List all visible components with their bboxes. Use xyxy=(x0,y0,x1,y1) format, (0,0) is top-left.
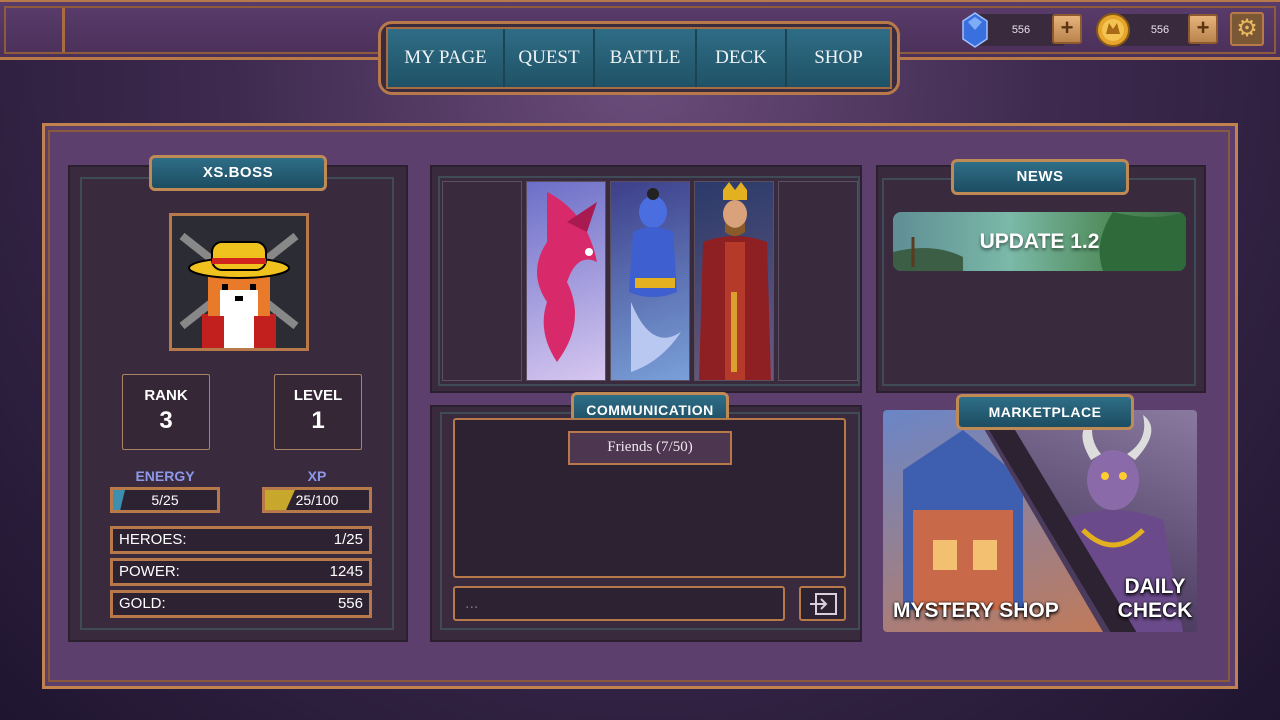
gear-icon: ⚙ xyxy=(1236,15,1258,42)
level-label: LEVEL xyxy=(293,387,343,404)
rank-label: RANK xyxy=(144,387,188,404)
level-box: LEVEL 1 xyxy=(274,374,362,450)
energy-label: ENERGY xyxy=(135,468,195,484)
gold-row: GOLD: 556 xyxy=(110,590,372,618)
heroes-row: HEROES: 1/25 xyxy=(110,526,372,554)
xp-fill xyxy=(265,490,295,510)
king-icon xyxy=(699,182,771,380)
news-panel-frame xyxy=(882,178,1196,386)
top-bar-divider xyxy=(62,8,65,52)
daily-check-label-line2: CHECK xyxy=(1117,599,1193,622)
hero-card-genie[interactable] xyxy=(610,181,690,381)
heroes-label: HEROES: xyxy=(119,531,187,548)
gold-label: GOLD: xyxy=(119,595,166,612)
send-button[interactable] xyxy=(799,586,846,621)
xp-bar: 25/100 xyxy=(262,487,372,513)
power-label: POWER: xyxy=(119,563,180,580)
rank-value: 3 xyxy=(159,407,173,434)
news-item-update[interactable]: UPDATE 1.2 xyxy=(893,212,1186,271)
news-item-title: UPDATE 1.2 xyxy=(979,230,1100,253)
xp-value: 25/100 xyxy=(295,492,339,508)
xp-label: XP xyxy=(307,468,327,484)
marketplace-panel: MYSTERY SHOP DAILY CHECK xyxy=(883,410,1197,632)
tab-battle[interactable]: BATTLE xyxy=(595,29,695,87)
avatar[interactable] xyxy=(169,213,309,351)
energy-bar: 5/25 xyxy=(110,487,220,513)
coin-icon xyxy=(1096,13,1130,47)
energy-fill xyxy=(113,490,125,510)
hero-card-king[interactable] xyxy=(694,181,774,381)
marketplace-title: MARKETPLACE xyxy=(956,394,1134,430)
gold-value: 556 xyxy=(337,595,363,612)
power-row: POWER: 1245 xyxy=(110,558,372,586)
mystery-shop-label: MYSTERY SHOP xyxy=(893,599,1059,622)
main-nav: MY PAGE QUEST BATTLE DECK SHOP xyxy=(386,27,892,89)
power-value: 1245 xyxy=(329,563,363,580)
energy-value: 5/25 xyxy=(151,492,179,508)
friends-button[interactable]: Friends (7/50) xyxy=(568,431,732,465)
tab-my-page[interactable]: MY PAGE xyxy=(388,29,503,87)
deck-slot-empty[interactable] xyxy=(442,181,522,381)
tab-deck[interactable]: DECK xyxy=(697,29,785,87)
heroes-value: 1/25 xyxy=(333,531,363,548)
tab-quest[interactable]: QUEST xyxy=(505,29,593,87)
deck-slot-empty[interactable] xyxy=(778,181,858,381)
tab-shop[interactable]: SHOP xyxy=(787,29,890,87)
hero-card-dragon[interactable] xyxy=(526,181,606,381)
genie-icon xyxy=(629,188,681,372)
send-icon xyxy=(809,593,837,615)
news-title: NEWS xyxy=(951,159,1129,195)
gem-icon xyxy=(962,12,988,48)
level-value: 1 xyxy=(311,407,325,434)
settings-button[interactable]: ⚙ xyxy=(1230,12,1264,46)
fox-avatar-icon xyxy=(172,216,306,348)
chat-input[interactable] xyxy=(453,586,785,621)
add-gems-button[interactable]: + xyxy=(1052,14,1082,44)
daily-check-label-line1: DAILY xyxy=(1124,575,1186,598)
profile-name: XS.BOSS xyxy=(149,155,327,191)
dragon-icon xyxy=(537,192,597,362)
add-coins-button[interactable]: + xyxy=(1188,14,1218,44)
rank-box: RANK 3 xyxy=(122,374,210,450)
